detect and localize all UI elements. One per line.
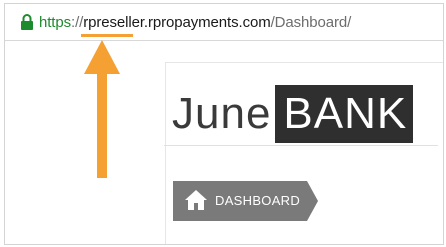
arrow-up-icon bbox=[84, 40, 120, 178]
dashboard-button[interactable]: DASHBOARD bbox=[173, 181, 318, 221]
address-bar[interactable]: https://rpreseller.rpropayments.com/Dash… bbox=[5, 4, 443, 41]
logo-part-bank: BANK bbox=[275, 85, 414, 143]
dashboard-label: DASHBOARD bbox=[215, 193, 301, 208]
url-path: /Dashboard/ bbox=[270, 14, 352, 31]
lock-icon bbox=[21, 14, 33, 30]
home-icon bbox=[185, 190, 207, 210]
highlight-underline bbox=[81, 34, 133, 37]
header-divider bbox=[164, 145, 438, 146]
url-host: rpreseller.rpropayments.com bbox=[83, 14, 271, 31]
junebank-logo[interactable]: June BANK bbox=[172, 85, 414, 143]
url-scheme: https bbox=[39, 14, 72, 31]
logo-part-june: June bbox=[172, 89, 272, 138]
url-separator: :// bbox=[71, 14, 84, 31]
url-text[interactable]: https://rpreseller.rpropayments.com/Dash… bbox=[39, 14, 351, 31]
